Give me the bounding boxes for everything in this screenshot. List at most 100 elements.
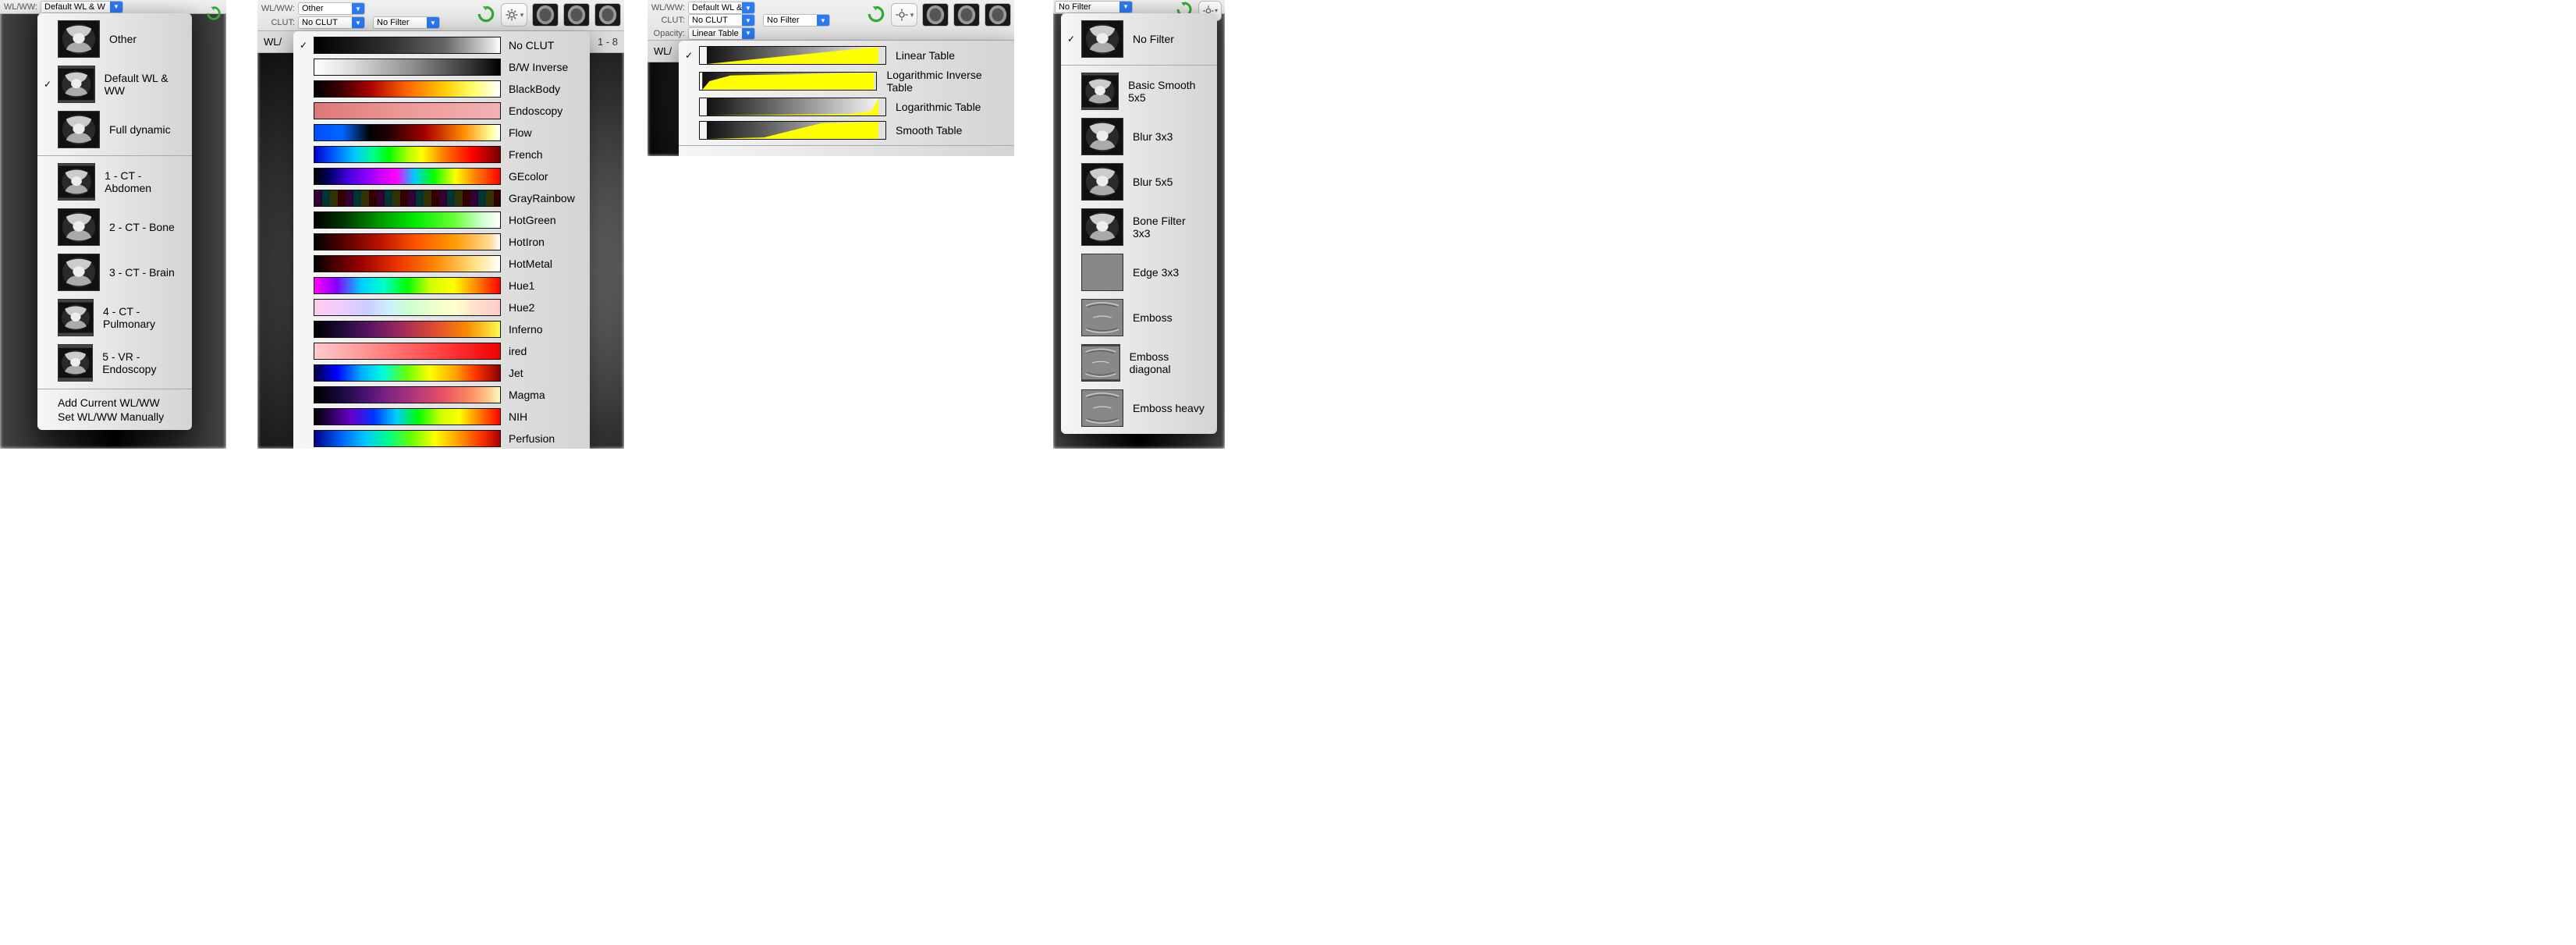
dropdown-arrow-icon: ▼ — [352, 3, 364, 14]
menu-item-label: Other — [109, 33, 137, 45]
filter-thumb — [1081, 299, 1123, 336]
wlww-combo[interactable]: Default WL & W ▼ — [41, 1, 123, 13]
clut-swatch — [314, 430, 501, 447]
menu-item-label: Edge 3x3 — [1133, 266, 1179, 279]
filter-combo[interactable]: No Filter ▼ — [373, 16, 440, 29]
menu-item-label: Linear Table — [896, 49, 955, 62]
wlww-menu-item[interactable]: 4 - CT - Pulmonary — [37, 295, 192, 340]
wlww-combo[interactable]: Default WL & W ▼ — [688, 2, 755, 14]
menu-item-label: HotMetal — [509, 258, 552, 270]
dropdown-arrow-icon: ▼ — [427, 17, 439, 28]
clut-swatch — [314, 146, 501, 163]
filter-menu-item[interactable]: Edge 3x3 — [1061, 250, 1217, 295]
toolbar: WL/WW: Default WL & W ▼ — [0, 0, 226, 14]
filter-menu-item[interactable]: Blur 3x3 — [1061, 114, 1217, 159]
opacity-label: Opacity: — [651, 29, 685, 38]
filter-menu-item[interactable]: ✓No Filter — [1061, 16, 1217, 62]
clut-menu-item[interactable]: Jet — [293, 362, 590, 384]
filter-menu: ✓No Filter Basic Smooth 5x5Blur 3x3 Blur 5… — [1061, 13, 1217, 434]
clut-combo[interactable]: No CLUT ▼ — [688, 14, 755, 27]
opacity-menu-item[interactable]: Smooth Table — [679, 119, 1014, 142]
filter-combo[interactable]: No Filter ▼ — [1055, 1, 1133, 13]
wlww-menu-item[interactable]: 3 - CT - Brain — [37, 250, 192, 295]
preset-thumb — [58, 20, 100, 58]
clut-menu-item[interactable]: B/W Inverse — [293, 56, 590, 78]
filter-menu-item[interactable]: Emboss — [1061, 295, 1217, 340]
clut-menu-item[interactable]: Magma — [293, 384, 590, 406]
opacity-menu-item[interactable]: ✓Linear Table — [679, 44, 1014, 67]
menu-separator — [37, 155, 192, 156]
clut-menu-item[interactable]: Inferno — [293, 318, 590, 340]
menu-item-label: Full dynamic — [109, 123, 171, 136]
filter-menu-item[interactable]: Blur 5x5 — [1061, 159, 1217, 204]
clut-menu-item[interactable]: BlackBody — [293, 78, 590, 100]
clut-menu-item[interactable]: HotIron — [293, 231, 590, 253]
clut-menu-item[interactable]: Endoscopy — [293, 100, 590, 122]
wlww-label: WL/WW: — [3, 2, 37, 12]
clut-menu-item[interactable]: GrayRainbow — [293, 187, 590, 209]
toolbar: WL/WW: Other ▼ CLUT: No CLUT ▼ No Filter… — [257, 0, 624, 31]
menu-item-label: Bone Filter 3x3 — [1133, 215, 1206, 240]
clut-swatch — [314, 168, 501, 185]
opacity-combo[interactable]: Linear Table ▼ — [688, 27, 755, 40]
dropdown-arrow-icon: ▼ — [817, 15, 829, 26]
clut-menu-item[interactable]: HotGreen — [293, 209, 590, 231]
wlww-menu-bottom: Add Current WL/WW Set WL/WW Manually — [37, 393, 192, 427]
opacity-menu-item[interactable]: Logarithmic Table — [679, 95, 1014, 119]
clut-menu-item[interactable]: Hue2 — [293, 297, 590, 318]
dropdown-arrow-icon: ▼ — [1119, 2, 1132, 12]
filter-combo[interactable]: No Filter ▼ — [763, 14, 830, 27]
preset-thumb — [58, 163, 95, 201]
dropdown-arrow-icon: ▼ — [742, 28, 754, 39]
wl-partial-label: WL/ — [264, 36, 282, 48]
menu-item-label: Hue2 — [509, 301, 534, 314]
clut-swatch — [314, 343, 501, 360]
wlww-menu-item[interactable]: 2 - CT - Bone — [37, 204, 192, 250]
clut-combo[interactable]: No CLUT ▼ — [298, 16, 365, 29]
opacity-swatch — [699, 98, 886, 116]
menu-item-label: 1 - CT - Abdomen — [105, 169, 181, 194]
menu-item-label: No CLUT — [509, 39, 554, 52]
wlww-menu-item[interactable]: Full dynamic — [37, 107, 192, 152]
preset-thumb — [58, 344, 93, 382]
menu-item-label: Emboss diagonal — [1130, 350, 1206, 375]
filter-menu-item[interactable]: Basic Smooth 5x5 — [1061, 69, 1217, 114]
filter-thumb — [1081, 163, 1123, 201]
opacity-swatch — [699, 46, 886, 65]
filter-thumb — [1081, 254, 1123, 291]
menu-item-label: Jet — [509, 367, 523, 379]
clut-menu-item[interactable]: ✓No CLUT — [293, 34, 590, 56]
clut-swatch — [314, 255, 501, 272]
add-opacity-table[interactable]: Add an Opacity Table — [699, 155, 1003, 156]
clut-menu-item[interactable]: NIH — [293, 406, 590, 428]
clut-menu-item[interactable]: Flow — [293, 122, 590, 144]
filter-menu-item[interactable]: Bone Filter 3x3 — [1061, 204, 1217, 250]
wlww-menu-item[interactable]: Other — [37, 16, 192, 62]
clut-swatch — [314, 59, 501, 76]
menu-item-label: Blur 5x5 — [1133, 176, 1173, 188]
clut-menu-item[interactable]: HotMetal — [293, 253, 590, 275]
wlww-menu-item[interactable]: 1 - CT - Abdomen — [37, 159, 192, 204]
menu-item-label: 2 - CT - Bone — [109, 221, 175, 233]
set-wlww-manually[interactable]: Set WL/WW Manually — [58, 410, 181, 424]
clut-menu-item[interactable]: French — [293, 144, 590, 165]
menu-item-label: HotIron — [509, 236, 545, 248]
clut-swatch — [314, 211, 501, 229]
wlww-menu-item[interactable]: 5 - VR - Endoscopy — [37, 340, 192, 385]
clut-menu-item[interactable]: Perfusion — [293, 428, 590, 449]
clut-menu-item[interactable]: Hue1 — [293, 275, 590, 297]
menu-item-label: No Filter — [1133, 33, 1174, 45]
toolbar: WL/WW: Default WL & W ▼ CLUT: No CLUT ▼ … — [648, 0, 1014, 41]
opacity-menu-item[interactable]: Logarithmic Inverse Table — [679, 67, 1014, 95]
filter-menu-item[interactable]: Emboss heavy — [1061, 385, 1217, 431]
clut-swatch — [314, 277, 501, 294]
wlww-menu-item[interactable]: ✓Default WL & WW — [37, 62, 192, 107]
clut-menu: ✓No CLUTB/W InverseBlackBodyEndoscopyFlo… — [293, 31, 590, 449]
add-current-wlww[interactable]: Add Current WL/WW — [58, 396, 181, 410]
clut-menu-item[interactable]: GEcolor — [293, 165, 590, 187]
wlww-combo[interactable]: Other ▼ — [298, 2, 365, 15]
filter-menu-item[interactable]: Emboss diagonal — [1061, 340, 1217, 385]
menu-item-label: French — [509, 148, 543, 161]
menu-separator — [1061, 65, 1217, 66]
clut-menu-item[interactable]: ired — [293, 340, 590, 362]
